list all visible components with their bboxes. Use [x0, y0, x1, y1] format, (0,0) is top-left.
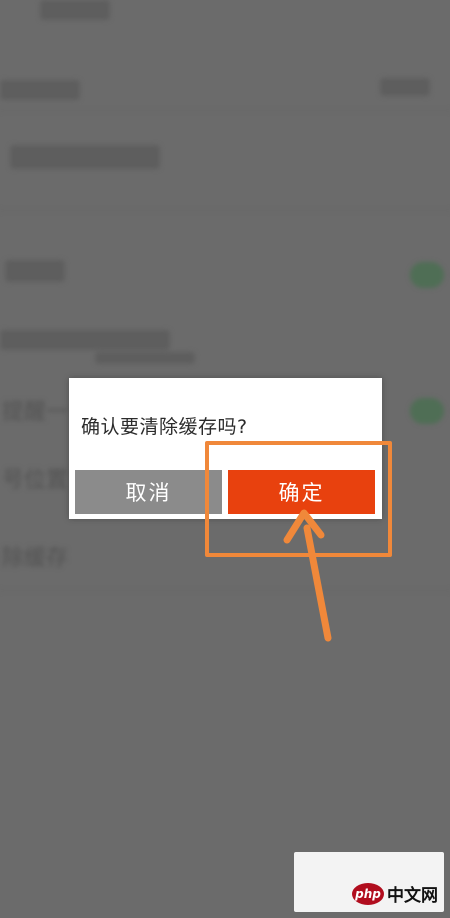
- php-badge: php: [352, 882, 384, 905]
- watermark-text: 中文网: [387, 886, 438, 906]
- watermark-logo: php 中文网: [352, 881, 438, 906]
- arrow-up-left-icon: [283, 509, 332, 642]
- watermark: php 中文网: [294, 852, 444, 912]
